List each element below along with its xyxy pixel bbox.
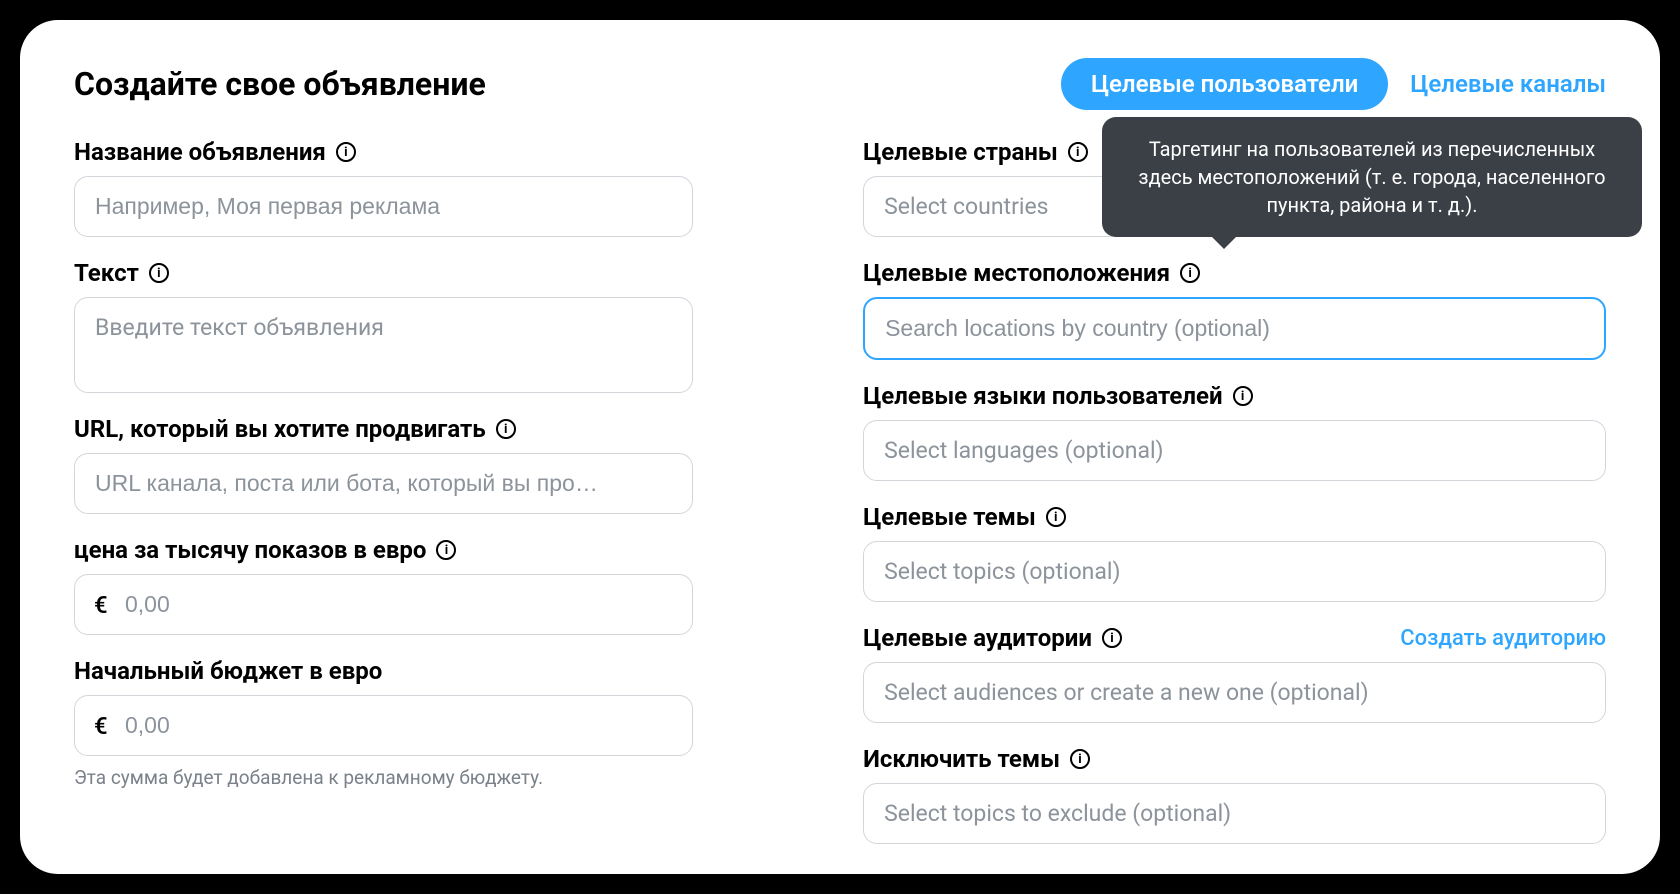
field-locations: Целевые местоположения i <box>863 259 1606 360</box>
topics-label: Целевые темы <box>863 503 1036 531</box>
field-budget: Начальный бюджет в евро € Эта сумма буде… <box>74 657 693 789</box>
ad-name-input[interactable] <box>74 176 693 237</box>
languages-label: Целевые языки пользователей <box>863 382 1222 410</box>
info-icon[interactable]: i <box>1102 628 1122 648</box>
field-audiences: Целевые аудитории i Создать аудиторию Se… <box>863 624 1606 723</box>
budget-input[interactable] <box>74 695 693 756</box>
info-icon[interactable]: i <box>496 419 516 439</box>
info-icon[interactable]: i <box>1068 142 1088 162</box>
page-title: Создайте свое объявление <box>74 65 486 103</box>
header: Создайте свое объявление Целевые пользов… <box>74 58 1606 110</box>
euro-icon: € <box>94 591 108 619</box>
budget-label: Начальный бюджет в евро <box>74 657 382 685</box>
field-languages: Целевые языки пользователей i Select lan… <box>863 382 1606 481</box>
field-url: URL, который вы хотите продвигать i <box>74 415 693 514</box>
field-exclude-topics: Исключить темы i Select topics to exclud… <box>863 745 1606 844</box>
tab-target-users[interactable]: Целевые пользователи <box>1061 58 1388 110</box>
info-icon[interactable]: i <box>436 540 456 560</box>
info-icon[interactable]: i <box>336 142 356 162</box>
create-audience-link[interactable]: Создать аудиторию <box>1400 626 1606 651</box>
exclude-select[interactable]: Select topics to exclude (optional) <box>863 783 1606 844</box>
field-text: Текст i <box>74 259 693 393</box>
cpm-input[interactable] <box>74 574 693 635</box>
topics-select[interactable]: Select topics (optional) <box>863 541 1606 602</box>
euro-icon: € <box>94 712 108 740</box>
info-icon[interactable]: i <box>1070 749 1090 769</box>
field-cpm: цена за тысячу показов в евро i € <box>74 536 693 635</box>
field-ad-name: Название объявления i <box>74 138 693 237</box>
audiences-select[interactable]: Select audiences or create a new one (op… <box>863 662 1606 723</box>
text-label: Текст <box>74 259 139 287</box>
countries-label: Целевые страны <box>863 138 1058 166</box>
ad-create-card: Таргетинг на пользователей из перечислен… <box>20 20 1660 874</box>
cpm-label: цена за тысячу показов в евро <box>74 536 426 564</box>
target-tabs: Целевые пользователи Целевые каналы <box>1061 58 1606 110</box>
locations-input[interactable] <box>863 297 1606 360</box>
info-icon[interactable]: i <box>1233 386 1253 406</box>
locations-tooltip: Таргетинг на пользователей из перечислен… <box>1102 117 1642 237</box>
url-label: URL, который вы хотите продвигать <box>74 415 486 443</box>
ad-name-label: Название объявления <box>74 138 326 166</box>
info-icon[interactable]: i <box>1180 263 1200 283</box>
tab-target-channels[interactable]: Целевые каналы <box>1410 70 1606 98</box>
locations-label: Целевые местоположения <box>863 259 1170 287</box>
left-column: Название объявления i Текст i URL, котор… <box>74 138 693 844</box>
audiences-label: Целевые аудитории <box>863 624 1092 652</box>
budget-helper: Эта сумма будет добавлена к рекламному б… <box>74 766 693 789</box>
info-icon[interactable]: i <box>1046 507 1066 527</box>
exclude-label: Исключить темы <box>863 745 1060 773</box>
languages-select[interactable]: Select languages (optional) <box>863 420 1606 481</box>
field-topics: Целевые темы i Select topics (optional) <box>863 503 1606 602</box>
text-input[interactable] <box>74 297 693 393</box>
info-icon[interactable]: i <box>149 263 169 283</box>
url-input[interactable] <box>74 453 693 514</box>
